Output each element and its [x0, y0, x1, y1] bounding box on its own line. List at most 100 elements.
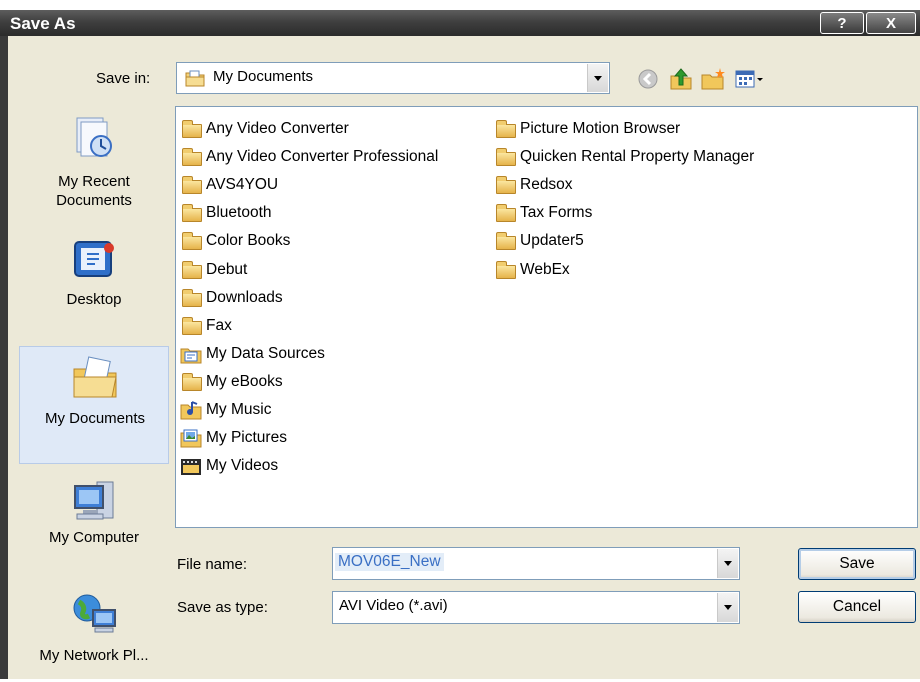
save-as-type-label: Save as type:: [177, 599, 268, 616]
file-list-item[interactable]: My Videos: [180, 452, 438, 480]
place-my-recent-documents[interactable]: My Recent Documents: [19, 106, 169, 224]
my-documents-icon: [72, 355, 118, 401]
pictures-folder-icon: [180, 428, 204, 448]
file-name-text: WebEx: [520, 260, 570, 278]
folder-shape: [182, 260, 202, 279]
file-name-text: Downloads: [206, 288, 283, 306]
file-name-text: Bluetooth: [206, 204, 272, 222]
file-name-text: Tax Forms: [520, 204, 593, 222]
network-places-icon: [71, 590, 117, 636]
background-strip: [0, 0, 920, 10]
music-folder-icon: [180, 400, 204, 420]
folder-icon: [180, 119, 204, 139]
help-button[interactable]: ?: [820, 12, 864, 34]
cancel-button[interactable]: Cancel: [798, 591, 916, 623]
file-list-item[interactable]: Quicken Rental Property Manager: [494, 143, 754, 171]
file-list-item[interactable]: Any Video Converter: [180, 115, 438, 143]
file-list-item[interactable]: Fax: [180, 312, 438, 340]
title-bar[interactable]: Save As ? X: [0, 10, 920, 36]
file-list-item[interactable]: Downloads: [180, 284, 438, 312]
folder-icon: [180, 316, 204, 336]
recent-documents-icon: [71, 114, 117, 160]
file-name-text: My Videos: [206, 457, 279, 475]
file-list-item[interactable]: Redsox: [494, 171, 754, 199]
folder-shape: [182, 176, 202, 195]
folder-icon: [180, 231, 204, 251]
file-name-text: My Music: [206, 400, 272, 418]
file-column-2: Picture Motion Browser Quicken Rental Pro…: [494, 115, 754, 284]
save-button[interactable]: Save: [798, 548, 916, 580]
place-my-documents[interactable]: My Documents: [19, 346, 169, 464]
file-name-text: Fax: [206, 316, 232, 334]
my-computer-icon: [71, 478, 117, 524]
save-in-dropdown[interactable]: My Documents: [176, 62, 610, 94]
file-name-dropdown[interactable]: [717, 548, 739, 579]
desktop-icon: [71, 236, 117, 282]
file-list-item[interactable]: My Pictures: [180, 424, 438, 452]
file-list[interactable]: Any Video Converter Any Video Converter P…: [175, 106, 918, 528]
place-label: My Recent Documents: [56, 173, 132, 209]
place-desktop[interactable]: Desktop: [19, 228, 169, 318]
folder-icon: [494, 260, 518, 280]
folder-icon: [180, 372, 204, 392]
file-list-item[interactable]: WebEx: [494, 255, 754, 283]
file-list-item[interactable]: Color Books: [180, 227, 438, 255]
file-list-item[interactable]: Bluetooth: [180, 199, 438, 227]
chevron-down-icon[interactable]: [717, 593, 738, 622]
folder-icon: [494, 119, 518, 139]
file-name-text: AVS4YOU: [206, 176, 279, 194]
folder-shape: [182, 232, 202, 251]
back-arrow-icon[interactable]: [636, 66, 662, 92]
file-list-item[interactable]: Debut: [180, 255, 438, 283]
window-title: Save As: [10, 14, 76, 33]
folder-icon: [180, 175, 204, 195]
place-my-computer[interactable]: My Computer: [19, 470, 169, 560]
place-label: Desktop: [66, 291, 122, 308]
chevron-down-icon[interactable]: [587, 64, 608, 92]
file-list-item[interactable]: My eBooks: [180, 368, 438, 396]
file-name-value[interactable]: MOV06E_New: [335, 553, 444, 571]
file-list-item[interactable]: Updater5: [494, 227, 754, 255]
folder-icon: [180, 147, 204, 167]
folder-shape: [182, 288, 202, 307]
videos-folder-icon: [180, 456, 204, 476]
new-folder-icon[interactable]: [700, 66, 726, 92]
folder-shape: [496, 232, 516, 251]
folder-icon: [494, 175, 518, 195]
file-list-item[interactable]: Any Video Converter Professional: [180, 143, 438, 171]
save-as-type-dropdown[interactable]: AVI Video (*.avi): [332, 591, 740, 624]
file-list-item[interactable]: Tax Forms: [494, 199, 754, 227]
save-in-label: Save in:: [96, 70, 151, 87]
file-name-text: Any Video Converter: [206, 120, 349, 138]
up-folder-icon[interactable]: [668, 66, 694, 92]
folder-shape: [496, 120, 516, 139]
file-list-item[interactable]: Picture Motion Browser: [494, 115, 754, 143]
file-list-item[interactable]: My Data Sources: [180, 340, 438, 368]
place-label: My Network Pl...: [39, 647, 149, 664]
views-menu-icon[interactable]: [734, 66, 766, 92]
file-column-1: Any Video Converter Any Video Converter P…: [180, 115, 438, 480]
folder-icon: [180, 288, 204, 308]
places-bar: My Recent Documents Desktop My Documents…: [8, 106, 169, 682]
close-button[interactable]: X: [866, 12, 916, 34]
folder-shape: [182, 204, 202, 223]
file-name-text: Redsox: [520, 176, 573, 194]
file-name-text: My Data Sources: [206, 344, 325, 362]
file-name-text: My eBooks: [206, 372, 283, 390]
file-name-label: File name:: [177, 556, 248, 573]
file-list-item[interactable]: My Music: [180, 396, 438, 424]
my-documents-small-icon: [185, 69, 205, 87]
file-name-text: Debut: [206, 260, 248, 278]
folder-shape: [496, 148, 516, 167]
folder-shape: [182, 372, 202, 391]
file-name-text: Picture Motion Browser: [520, 120, 681, 138]
file-list-item[interactable]: AVS4YOU: [180, 171, 438, 199]
place-label: My Documents: [44, 410, 146, 427]
place-my-network-places[interactable]: My Network Pl...: [19, 582, 169, 682]
file-name-input[interactable]: MOV06E_New: [332, 547, 740, 580]
window-border: [0, 36, 8, 679]
save-in-value: My Documents: [213, 68, 314, 85]
folder-icon: [494, 231, 518, 251]
chevron-down-icon[interactable]: [717, 549, 738, 578]
folder-icon: [494, 147, 518, 167]
